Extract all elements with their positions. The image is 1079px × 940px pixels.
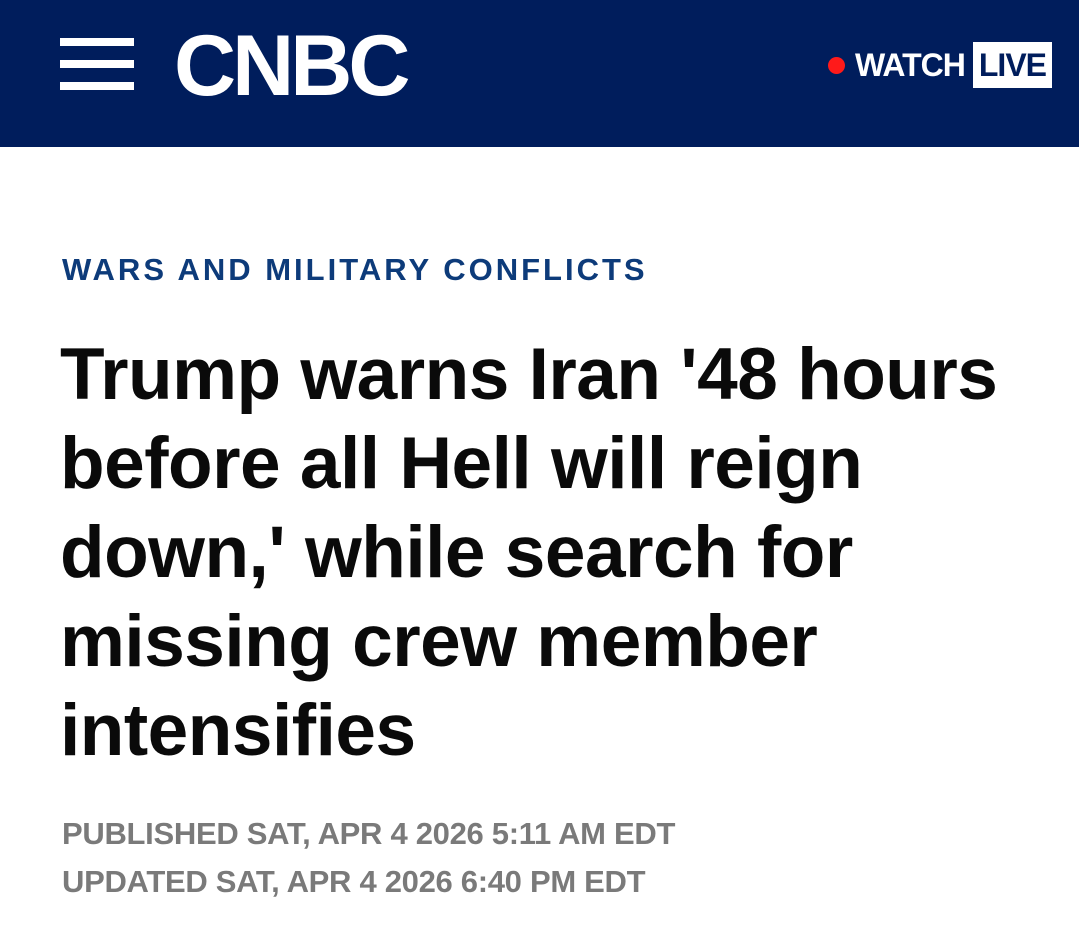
logo-wordmark: CNBC bbox=[174, 18, 410, 114]
article-headline: Trump warns Iran '48 hours before all He… bbox=[60, 334, 998, 771]
watch-label: WATCH bbox=[854, 46, 966, 83]
published-timestamp: PUBLISHED SAT, APR 4 2026 5:11 AM EDT bbox=[62, 816, 676, 851]
menu-bar bbox=[60, 38, 134, 46]
updated-timestamp: UPDATED SAT, APR 4 2026 6:40 PM EDT bbox=[62, 864, 646, 899]
menu-bar bbox=[60, 60, 134, 68]
menu-bar bbox=[60, 82, 134, 90]
section-link[interactable]: WARS AND MILITARY CONFLICTS bbox=[62, 252, 648, 288]
live-dot-icon bbox=[827, 56, 845, 74]
watch-live-button[interactable]: WATCH LIVE bbox=[827, 42, 1052, 88]
hamburger-menu-icon[interactable] bbox=[60, 38, 134, 90]
cnbc-logo[interactable]: CNBC bbox=[174, 20, 410, 112]
live-badge: LIVE bbox=[972, 42, 1052, 88]
site-header: CNBC WATCH LIVE bbox=[0, 0, 1079, 147]
